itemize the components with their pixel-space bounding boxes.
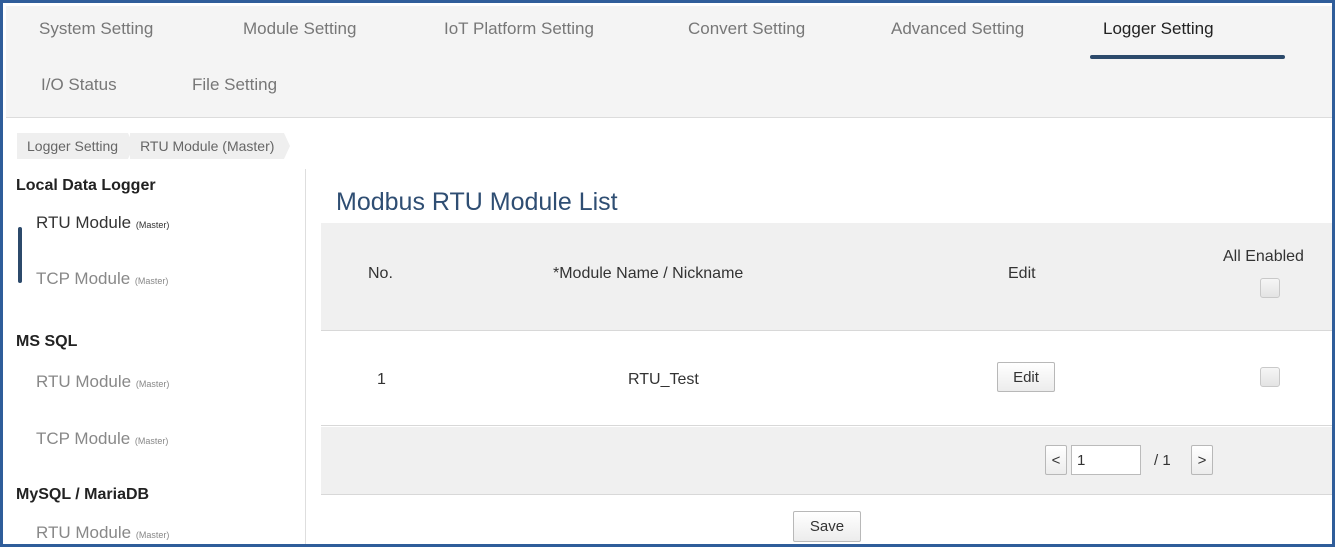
breadcrumb-item-logger-setting[interactable]: Logger Setting (17, 133, 135, 159)
page-title: Modbus RTU Module List (336, 188, 618, 216)
sidebar-item-label: TCP Module (36, 429, 131, 448)
prev-page-button[interactable]: < (1045, 445, 1067, 475)
tab-advanced-setting[interactable]: Advanced Setting (891, 19, 1024, 39)
row-enabled-checkbox[interactable] (1260, 367, 1280, 387)
tab-system-setting[interactable]: System Setting (39, 19, 153, 39)
column-header-edit: Edit (1008, 265, 1036, 282)
page-total: / 1 (1154, 452, 1171, 469)
next-page-button[interactable]: > (1191, 445, 1213, 475)
breadcrumb-item-rtu-module[interactable]: RTU Module (Master) (130, 133, 291, 159)
table-header: No. *Module Name / Nickname Edit All Ena… (321, 223, 1332, 331)
sidebar-item-local-tcp-module[interactable]: TCP Module (Master) (36, 269, 168, 289)
top-tab-bar: System Setting Module Setting IoT Platfo… (6, 6, 1332, 118)
sidebar-item-label: RTU Module (36, 372, 132, 391)
sidebar-item-label: RTU Module (36, 523, 132, 542)
tab-iot-platform-setting[interactable]: IoT Platform Setting (444, 19, 594, 39)
row-no: 1 (377, 371, 386, 388)
sidebar-item-mssql-tcp-module[interactable]: TCP Module (Master) (36, 429, 168, 449)
sidebar-group-local-data-logger: Local Data Logger (16, 177, 156, 194)
column-header-no: No. (368, 265, 393, 282)
save-button[interactable]: Save (793, 511, 861, 542)
tab-module-setting[interactable]: Module Setting (243, 19, 356, 39)
sidebar-item-label: TCP Module (36, 269, 131, 288)
sidebar-item-sublabel: (Master) (134, 276, 169, 286)
active-tab-indicator (1090, 55, 1285, 59)
sidebar-item-sublabel: (Master) (135, 379, 170, 389)
sidebar-item-mysql-rtu-module[interactable]: RTU Module (Master) (36, 523, 169, 543)
column-header-all-enabled: All Enabled (1223, 248, 1304, 265)
tab-logger-setting[interactable]: Logger Setting (1103, 19, 1214, 39)
sidebar-item-local-rtu-module[interactable]: RTU Module (Master) (36, 213, 169, 233)
sidebar-item-sublabel: (Master) (134, 436, 169, 446)
sidebar-group-ms-sql: MS SQL (16, 333, 78, 350)
edit-button[interactable]: Edit (997, 362, 1055, 392)
sidebar-item-mssql-rtu-module[interactable]: RTU Module (Master) (36, 372, 169, 392)
sidebar: Local Data Logger RTU Module (Master) TC… (6, 169, 306, 544)
pagination: < / 1 > (321, 427, 1332, 495)
table-row: 1 RTU_Test Edit (321, 332, 1332, 426)
app-frame: System Setting Module Setting IoT Platfo… (0, 0, 1335, 547)
sidebar-item-sublabel: (Master) (135, 530, 170, 540)
row-module-name: RTU_Test (628, 371, 699, 388)
column-header-module-name: *Module Name / Nickname (553, 265, 744, 282)
sidebar-item-sublabel: (Master) (135, 220, 170, 230)
page-number-input[interactable] (1071, 445, 1141, 475)
tab-convert-setting[interactable]: Convert Setting (688, 19, 805, 39)
sidebar-group-mysql-mariadb: MySQL / MariaDB (16, 486, 150, 503)
sidebar-active-marker (18, 227, 22, 283)
breadcrumb: Logger Setting RTU Module (Master) (17, 133, 291, 159)
tab-io-status[interactable]: I/O Status (41, 75, 117, 95)
all-enabled-checkbox[interactable] (1260, 278, 1280, 298)
sidebar-item-label: RTU Module (36, 213, 132, 232)
tab-file-setting[interactable]: File Setting (192, 75, 277, 95)
